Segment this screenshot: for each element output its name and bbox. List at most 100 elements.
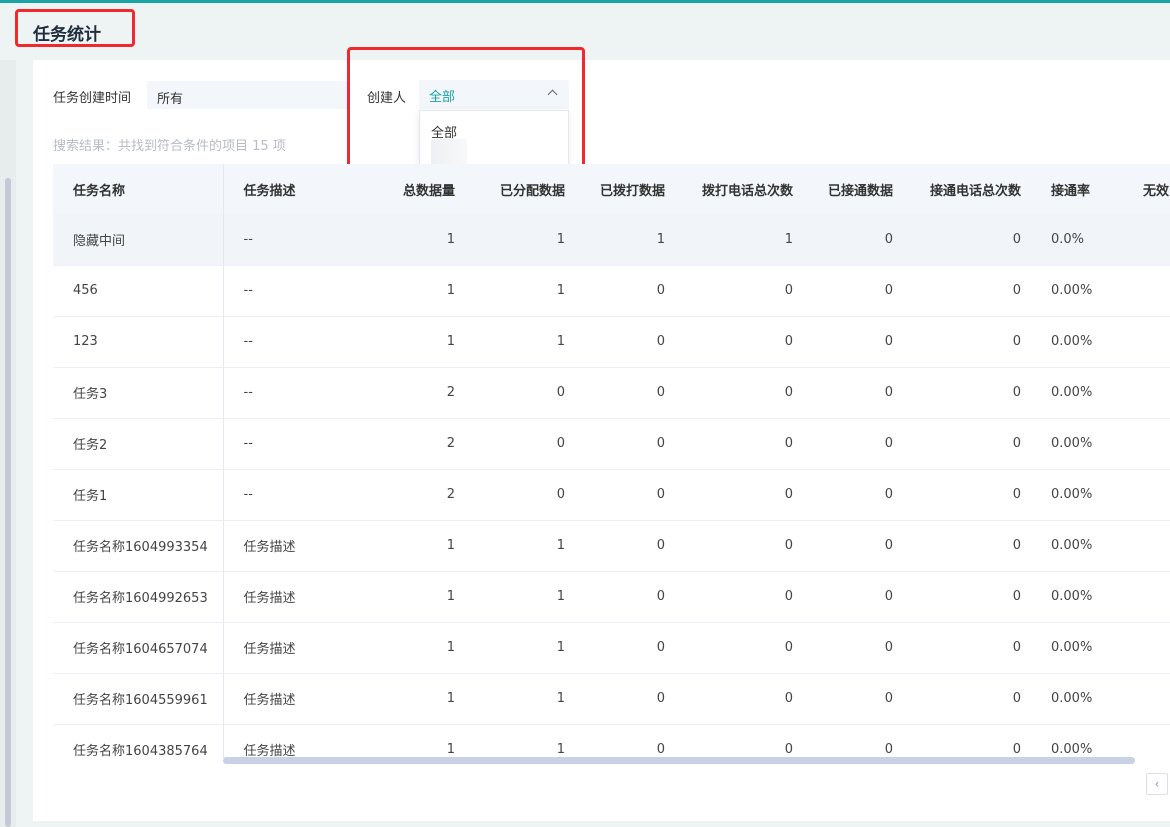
cell-task-desc: 任务描述 — [223, 673, 373, 725]
cell-task-name: 任务名称1604992653 — [53, 571, 224, 623]
cell-total-calls: 0 — [665, 622, 793, 674]
cell-task-name: 任务1 — [53, 469, 224, 521]
cell-invalid — [1113, 673, 1170, 725]
cell-total-data: 1 — [373, 571, 455, 623]
header-total-data: 总数据量 — [402, 183, 455, 199]
cell-connect-rate: 0.00% — [1021, 520, 1113, 572]
header-total-calls: 拨打电话总次数 — [701, 183, 793, 199]
cell-task-desc: -- — [223, 418, 373, 470]
cell-assigned-data: 1 — [455, 265, 565, 317]
cell-connected-calls: 0 — [893, 469, 1021, 521]
cell-total-calls: 0 — [665, 469, 793, 521]
cell-dialed-data: 0 — [565, 724, 665, 758]
table-row[interactable]: 任务1 -- 2 0 0 0 0 0 0.00% — [53, 469, 1170, 521]
cell-total-data: 1 — [373, 622, 455, 674]
cell-total-data: 1 — [373, 724, 455, 758]
cell-connect-rate: 0.0% — [1021, 214, 1113, 266]
cell-connected-calls: 0 — [893, 367, 1021, 419]
header-assigned-data: 已分配数据 — [499, 183, 565, 199]
header-invalid: 无效 — [1143, 183, 1170, 199]
cell-dialed-data: 0 — [565, 265, 665, 317]
table-row[interactable]: 任务名称1604657074 任务描述 1 1 0 0 0 0 0.00% — [53, 622, 1170, 674]
cell-connect-rate: 0.00% — [1021, 571, 1113, 623]
cell-total-calls: 0 — [665, 418, 793, 470]
cell-assigned-data: 1 — [455, 673, 565, 725]
cell-dialed-data: 0 — [565, 418, 665, 470]
table-row[interactable]: 任务名称1604993354 任务描述 1 1 0 0 0 0 0.00% — [53, 520, 1170, 572]
cell-connect-rate: 0.00% — [1021, 367, 1113, 419]
cell-invalid — [1113, 316, 1170, 368]
cell-invalid — [1113, 469, 1170, 521]
cell-assigned-data: 0 — [455, 367, 565, 419]
time-filter-label: 任务创建时间 — [53, 91, 132, 106]
cell-connect-rate: 0.00% — [1021, 469, 1113, 521]
cell-invalid — [1113, 265, 1170, 317]
cell-connected-calls: 0 — [893, 622, 1021, 674]
cell-connected-data: 0 — [793, 214, 893, 266]
table-row[interactable]: 任务名称1604992653 任务描述 1 1 0 0 0 0 0.00% — [53, 571, 1170, 623]
table-row[interactable]: 456 -- 1 1 0 0 0 0 0.00% — [53, 265, 1170, 317]
chevron-left-icon[interactable]: ‹ — [1146, 773, 1168, 795]
cell-connected-data: 0 — [793, 316, 893, 368]
cell-connect-rate: 0.00% — [1021, 673, 1113, 725]
cell-task-desc: -- — [223, 367, 373, 419]
cell-connected-calls: 0 — [893, 316, 1021, 368]
cell-connected-data: 0 — [793, 520, 893, 572]
table-row[interactable]: 任务3 -- 2 0 0 0 0 0 0.00% — [53, 367, 1170, 419]
cell-connected-data: 0 — [793, 622, 893, 674]
cell-total-calls: 0 — [665, 724, 793, 758]
cell-connected-calls: 0 — [893, 520, 1021, 572]
time-filter-value: 所有 — [157, 92, 184, 107]
table-row[interactable]: 任务2 -- 2 0 0 0 0 0 0.00% — [53, 418, 1170, 470]
cell-total-calls: 0 — [665, 571, 793, 623]
time-filter-select[interactable]: 所有 — [147, 81, 347, 109]
cell-task-desc: 任务描述 — [223, 520, 373, 572]
header-task-name: 任务名称 — [53, 164, 224, 214]
cell-invalid — [1113, 367, 1170, 419]
table-header-row: 任务名称 任务描述 总数据量 已分配数据 已拨打数据 拨打电话总次数 已接通数据… — [53, 164, 1170, 214]
cell-connected-calls: 0 — [893, 418, 1021, 470]
header-task-desc: 任务描述 — [243, 183, 296, 199]
cell-task-name: 任务名称1604657074 — [53, 622, 224, 674]
cell-task-name: 123 — [53, 316, 224, 368]
cell-task-desc: -- — [223, 469, 373, 521]
table-row[interactable]: 隐藏中间 -- 1 1 1 1 0 0 0.0% — [53, 214, 1170, 266]
cell-invalid — [1113, 214, 1170, 266]
table-row[interactable]: 任务名称1604559961 任务描述 1 1 0 0 0 0 0.00% — [53, 673, 1170, 725]
cell-task-name: 任务3 — [53, 367, 224, 419]
cell-task-name: 任务名称1604993354 — [53, 520, 224, 572]
cell-connected-data: 0 — [793, 265, 893, 317]
cell-assigned-data: 1 — [455, 316, 565, 368]
cell-assigned-data: 1 — [455, 724, 565, 758]
table-row[interactable]: 123 -- 1 1 0 0 0 0 0.00% — [53, 316, 1170, 368]
cell-assigned-data: 1 — [455, 214, 565, 266]
cell-connect-rate: 0.00% — [1021, 622, 1113, 674]
cell-total-calls: 1 — [665, 214, 793, 266]
cell-total-calls: 0 — [665, 367, 793, 419]
cell-assigned-data: 1 — [455, 520, 565, 572]
cell-assigned-data: 0 — [455, 469, 565, 521]
stats-table: 任务名称 任务描述 总数据量 已分配数据 已拨打数据 拨打电话总次数 已接通数据… — [53, 164, 1170, 758]
cell-total-calls: 0 — [665, 265, 793, 317]
horizontal-scrollbar[interactable] — [223, 757, 1135, 764]
cell-connected-data: 0 — [793, 418, 893, 470]
cell-connect-rate: 0.00% — [1021, 265, 1113, 317]
cell-dialed-data: 0 — [565, 469, 665, 521]
cell-connected-calls: 0 — [893, 265, 1021, 317]
cell-task-name: 任务名称1604559961 — [53, 673, 224, 725]
cell-task-desc: 任务描述 — [223, 571, 373, 623]
cell-connected-calls: 0 — [893, 571, 1021, 623]
cell-total-data: 1 — [373, 265, 455, 317]
cell-connected-data: 0 — [793, 367, 893, 419]
cell-connect-rate: 0.00% — [1021, 316, 1113, 368]
table-body: 隐藏中间 -- 1 1 1 1 0 0 0.0% 456 -- 1 1 0 0 0 0 0.00% 123 -- 1 1 0… — [53, 214, 1170, 758]
cell-total-data: 2 — [373, 367, 455, 419]
vertical-scrollbar[interactable] — [5, 178, 11, 827]
cell-dialed-data: 0 — [565, 367, 665, 419]
cell-total-data: 1 — [373, 520, 455, 572]
table-row[interactable]: 任务名称1604385764 任务描述 1 1 0 0 0 0 0.00% — [53, 724, 1170, 758]
cell-task-desc: 任务描述 — [223, 724, 373, 758]
cell-total-calls: 0 — [665, 673, 793, 725]
cell-task-name: 任务名称1604385764 — [53, 724, 224, 758]
cell-total-calls: 0 — [665, 520, 793, 572]
